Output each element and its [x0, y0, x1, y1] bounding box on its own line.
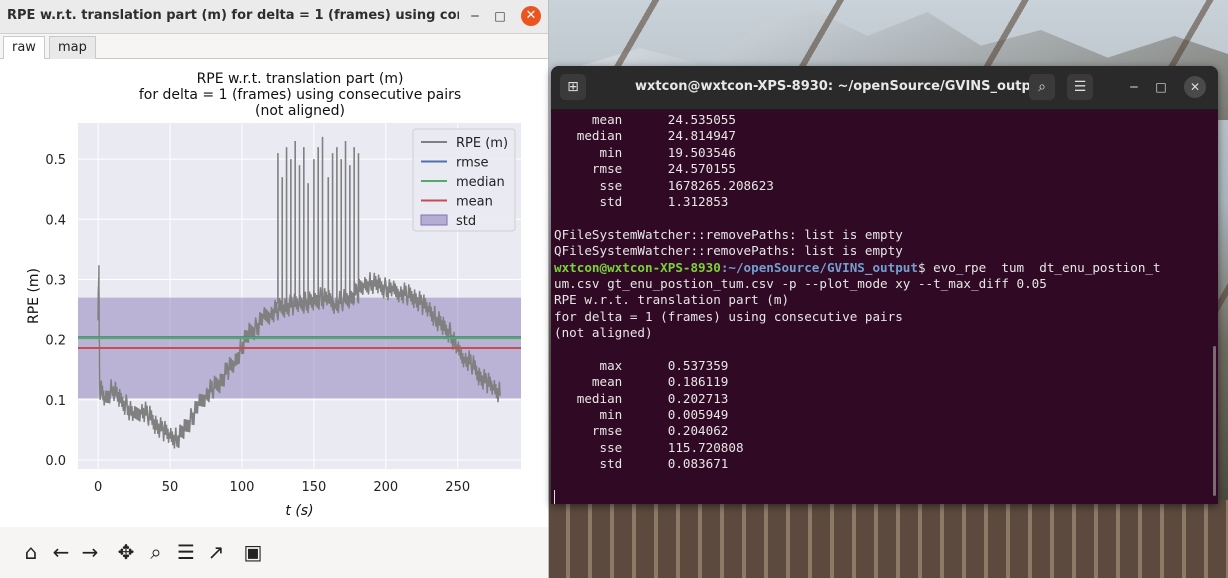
legend-label: RPE (m) — [456, 136, 508, 151]
chart-title-line: (not aligned) — [255, 103, 345, 119]
maximize-button[interactable]: □ — [490, 6, 510, 26]
y-tick-label: 0.4 — [45, 213, 66, 228]
tab-raw[interactable]: raw — [3, 36, 45, 59]
axis-edit-icon[interactable]: ↗ — [203, 539, 229, 565]
y-tick-label: 0.0 — [45, 454, 66, 469]
minimize-button[interactable]: ‒ — [1121, 74, 1147, 100]
wallpaper-bridge-deck — [548, 500, 1228, 578]
x-tick-label: 200 — [373, 480, 398, 495]
terminal-line: (not aligned) — [554, 325, 653, 341]
search-icon[interactable]: ⌕ — [1029, 74, 1055, 100]
legend-label: mean — [456, 195, 493, 210]
terminal-line: for delta = 1 (frames) using consecutive… — [554, 308, 903, 324]
terminal-line: std 1.312853 — [554, 193, 729, 209]
terminal-line: mean 0.186119 — [554, 374, 729, 390]
x-axis-label: t (s) — [285, 503, 313, 519]
terminal-line: min 0.005949 — [554, 407, 729, 423]
plot-canvas[interactable]: RPE w.r.t. translation part (m) for delta… — [0, 59, 548, 527]
terminal-headerbar[interactable]: ⊞ wxtcon@wxtcon-XPS-8930: ~/openSource/G… — [551, 66, 1218, 110]
text-cursor — [554, 489, 555, 504]
terminal-line: RPE w.r.t. translation part (m) — [554, 292, 790, 308]
terminal-line: um.csv gt_enu_postion_tum.csv -p --plot_… — [554, 275, 1047, 291]
terminal-line: rmse 24.570155 — [554, 161, 736, 177]
terminal-title: wxtcon@wxtcon-XPS-8930: ~/openSource/GVI… — [635, 79, 1047, 94]
legend-label: std — [456, 214, 476, 229]
terminal-scrollbar[interactable] — [1213, 346, 1216, 496]
close-button[interactable]: ✕ — [1184, 76, 1206, 98]
prompt-user: wxtcon@wxtcon-XPS-8930 — [554, 259, 721, 275]
terminal-prompt-line: wxtcon@wxtcon-XPS-8930:~/openSource/GVIN… — [554, 260, 1214, 276]
terminal-cursor-line — [554, 489, 1214, 504]
terminal-line: QFileSystemWatcher::removePaths: list is… — [554, 226, 903, 242]
x-tick-label: 150 — [301, 480, 326, 495]
plot-window-titlebar[interactable]: RPE w.r.t. translation part (m) for delt… — [0, 0, 548, 34]
terminal-line: rmse 0.204062 — [554, 423, 729, 439]
legend-label: median — [456, 175, 505, 190]
back-arrow-icon[interactable]: ← — [48, 539, 74, 565]
maximize-button[interactable]: □ — [1148, 74, 1174, 100]
tab-map[interactable]: map — [49, 36, 96, 59]
terminal-line: mean 24.535055 — [554, 112, 736, 127]
x-tick-label: 50 — [162, 480, 179, 495]
plot-window-title: RPE w.r.t. translation part (m) for delt… — [7, 8, 459, 23]
y-tick-label: 0.2 — [45, 334, 66, 349]
pan-icon[interactable]: ✥ — [113, 539, 139, 565]
prompt-command: $ evo_rpe tum dt_enu_postion_t — [917, 259, 1161, 275]
x-tick-label: 0 — [94, 480, 102, 495]
new-tab-icon[interactable]: ⊞ — [560, 74, 586, 100]
y-tick-label: 0.5 — [45, 153, 66, 168]
plot-tabs: raw map — [0, 34, 548, 59]
zoom-icon[interactable]: ⌕ — [143, 539, 169, 565]
minimize-button[interactable]: ‒ — [465, 6, 485, 26]
prompt-path: :~/openSource/GVINS_output — [720, 259, 918, 275]
chart-title-line: RPE w.r.t. translation part (m) — [197, 71, 404, 87]
chart-title-line: for delta = 1 (frames) using consecutive… — [139, 87, 461, 103]
terminal-line: median 24.814947 — [554, 128, 736, 144]
y-tick-label: 0.1 — [45, 394, 66, 409]
forward-arrow-icon[interactable]: → — [77, 539, 103, 565]
terminal-window: ⊞ wxtcon@wxtcon-XPS-8930: ~/openSource/G… — [551, 66, 1218, 504]
terminal-line: median 0.202713 — [554, 390, 729, 406]
plot-window: RPE w.r.t. translation part (m) for delt… — [0, 0, 549, 578]
terminal-line: max 0.537359 — [554, 357, 729, 373]
x-tick-label: 100 — [230, 480, 255, 495]
y-axis-label: RPE (m) — [26, 268, 42, 324]
terminal-line: sse 1678265.208623 — [554, 177, 774, 193]
menu-icon[interactable]: ☰ — [1067, 74, 1093, 100]
subplots-config-icon[interactable]: ☰ — [173, 539, 199, 565]
terminal-line: QFileSystemWatcher::removePaths: list is… — [554, 243, 903, 259]
home-icon[interactable]: ⌂ — [18, 539, 44, 565]
close-button[interactable]: ✕ — [521, 6, 541, 26]
terminal-line: std 0.083671 — [554, 456, 729, 472]
y-tick-label: 0.3 — [45, 273, 66, 288]
legend-swatch — [420, 214, 448, 226]
legend-label: rmse — [456, 156, 489, 171]
x-tick-label: 250 — [445, 480, 470, 495]
terminal-output[interactable]: mean 24.535055 median 24.814947 min 19.5… — [554, 112, 1214, 504]
plot-toolbar: ⌂ ← → ✥ ⌕ ☰ ↗ ▣ — [0, 530, 548, 576]
save-icon[interactable]: ▣ — [240, 539, 266, 565]
terminal-line: min 19.503546 — [554, 144, 736, 160]
terminal-line: sse 115.720808 — [554, 439, 744, 455]
rpe-chart: RPE w.r.t. translation part (m)for delta… — [26, 71, 521, 519]
